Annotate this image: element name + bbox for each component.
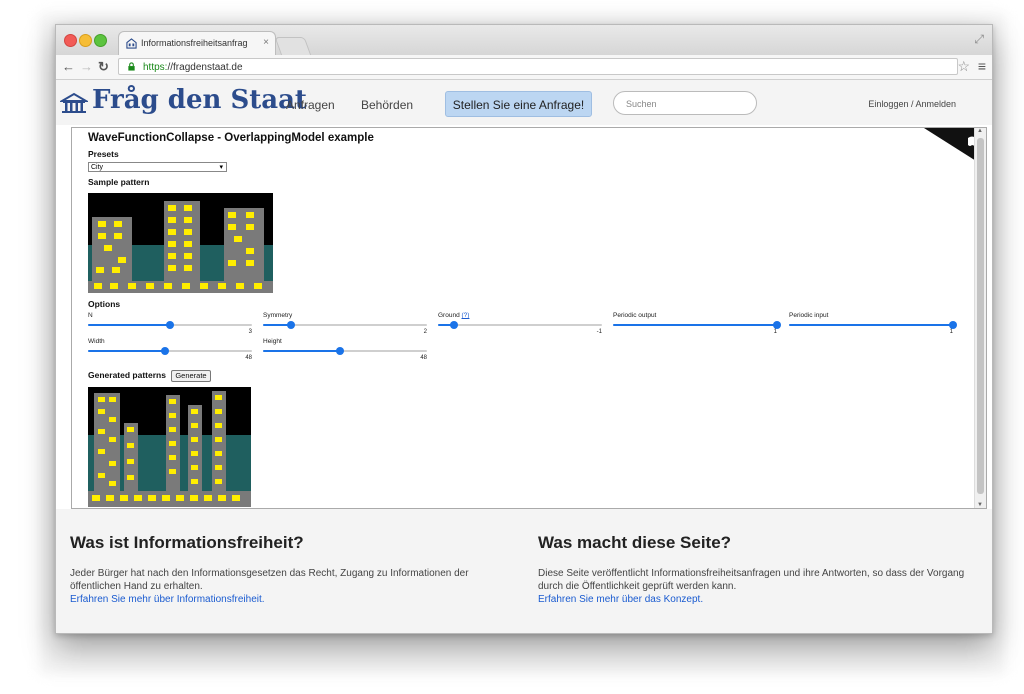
generated-patterns-heading: Generated patterns Generate (88, 370, 968, 382)
forward-arrow-icon[interactable]: → (80, 59, 93, 74)
back-arrow-icon[interactable]: ← (62, 59, 75, 74)
tab-title: Informationsfreiheitsanfrag (141, 38, 248, 48)
sample-pattern-heading: Sample pattern (88, 177, 150, 187)
generate-button[interactable]: Generate (171, 370, 211, 382)
minimize-window-button[interactable] (79, 34, 92, 47)
option-height-value: 48 (420, 355, 427, 361)
option-ground: Ground (?) -1 (438, 312, 602, 335)
periodic-output-slider[interactable] (613, 321, 781, 329)
browser-window: Informationsfreiheitsanfrag × ⤢ ← → ↻ ht… (55, 24, 993, 634)
sample-pattern-image (88, 193, 273, 293)
option-periodic-input-label: Periodic input (789, 312, 829, 319)
new-request-button[interactable]: Stellen Sie eine Anfrage! (445, 91, 592, 117)
bookmark-star-icon[interactable]: ☆ (957, 58, 970, 75)
lock-icon (128, 62, 135, 71)
reload-icon[interactable]: ↻ (98, 59, 109, 75)
scroll-down-icon[interactable]: ▼ (977, 502, 983, 508)
info-right-link[interactable]: Erfahren Sie mehr über das Konzept. (538, 593, 978, 606)
option-width-value: 48 (245, 355, 252, 361)
new-tab-button[interactable] (274, 37, 312, 56)
preset-value: City (91, 164, 104, 171)
info-left-text: Jeder Bürger hat nach den Informationsge… (70, 568, 469, 592)
hamburger-menu-icon[interactable]: ≡ (978, 58, 986, 74)
width-slider[interactable] (88, 347, 252, 355)
close-window-button[interactable] (64, 34, 77, 47)
demo-title: WaveFunctionCollapse - OverlappingModel … (88, 132, 374, 144)
option-ground-label: Ground (?) (438, 312, 602, 319)
generated-patterns-label: Generated patterns (88, 370, 166, 380)
option-ground-value: -1 (596, 329, 602, 335)
option-symmetry-label: Symmetry (263, 312, 293, 319)
zoom-window-button[interactable] (94, 34, 107, 47)
generated-pattern-image (88, 387, 251, 507)
address-bar[interactable]: https://fragdenstaat.de (118, 58, 958, 75)
browser-toolbar: ← → ↻ https://fragdenstaat.de ☆ ≡ (56, 55, 992, 80)
presets-heading: Presets (88, 149, 119, 159)
info-right-heading: Was macht diese Seite? (538, 533, 732, 552)
options-heading: Options (88, 299, 121, 309)
ground-help-link[interactable]: (?) (462, 312, 470, 319)
info-right: Was macht diese Seite? Diese Seite veröf… (538, 533, 978, 606)
info-left-heading: Was ist Informationsfreiheit? (70, 533, 304, 552)
option-width-label: Width (88, 338, 105, 345)
option-ground-text: Ground (438, 312, 460, 319)
option-height: Height 48 (263, 338, 427, 361)
info-left: Was ist Informationsfreiheit? Jeder Bürg… (70, 533, 490, 606)
scroll-up-icon[interactable]: ▲ (977, 128, 983, 134)
option-periodic-input-value: 1 (949, 329, 953, 335)
option-symmetry-value: 2 (423, 329, 427, 335)
preset-select[interactable]: City ▾ (88, 162, 227, 172)
chevron-down-icon: ▾ (219, 164, 223, 171)
height-slider[interactable] (263, 347, 427, 355)
option-periodic-output-label: Periodic output (613, 312, 657, 319)
building-icon (60, 92, 88, 113)
browser-tab[interactable]: Informationsfreiheitsanfrag × (118, 31, 276, 55)
nav-anfragen[interactable]: Anfragen (286, 98, 335, 112)
info-right-text: Diese Seite veröffentlicht Informationsf… (538, 568, 965, 592)
option-n: N 3 (88, 312, 252, 335)
n-slider[interactable] (88, 321, 252, 329)
title-bar: Informationsfreiheitsanfrag × ⤢ (56, 25, 992, 56)
option-n-label: N (88, 312, 93, 319)
close-tab-icon[interactable]: × (263, 37, 269, 48)
option-periodic-output-value: 1 (773, 329, 777, 335)
site-header: Fråg den Staat Anfragen Behörden Stellen… (56, 80, 992, 125)
url-host: //fragdenstaat.de (167, 62, 243, 73)
options-panel: N 3 Symmetry 2 Ground (?) -1 Periodic ou… (88, 312, 968, 368)
building-icon (126, 38, 137, 49)
demo-frame: WaveFunctionCollapse - OverlappingModel … (71, 127, 987, 509)
login-link[interactable]: Einloggen / Anmelden (868, 99, 956, 109)
url-scheme: https: (143, 62, 168, 73)
fullscreen-icon[interactable]: ⤢ (974, 32, 984, 47)
ground-slider[interactable] (438, 321, 602, 329)
option-periodic-output: Periodic output 1 (613, 312, 781, 335)
symmetry-slider[interactable] (263, 321, 427, 329)
option-symmetry: Symmetry 2 (263, 312, 427, 335)
demo-content: WaveFunctionCollapse - OverlappingModel … (88, 132, 968, 507)
periodic-input-slider[interactable] (789, 321, 957, 329)
option-n-value: 3 (248, 329, 252, 335)
scroll-thumb[interactable] (977, 138, 984, 494)
info-section: Was ist Informationsfreiheit? Jeder Bürg… (56, 509, 992, 633)
search-input[interactable]: Suchen (613, 91, 757, 115)
nav-behoerden[interactable]: Behörden (361, 98, 413, 112)
info-left-link[interactable]: Erfahren Sie mehr über Informationsfreih… (70, 593, 490, 606)
option-height-label: Height (263, 338, 282, 345)
option-periodic-input: Periodic input 1 (789, 312, 957, 335)
option-width: Width 48 (88, 338, 252, 361)
site-logo[interactable]: Fråg den Staat (92, 85, 307, 115)
frame-scrollbar[interactable]: ▲ ▼ (974, 128, 986, 508)
